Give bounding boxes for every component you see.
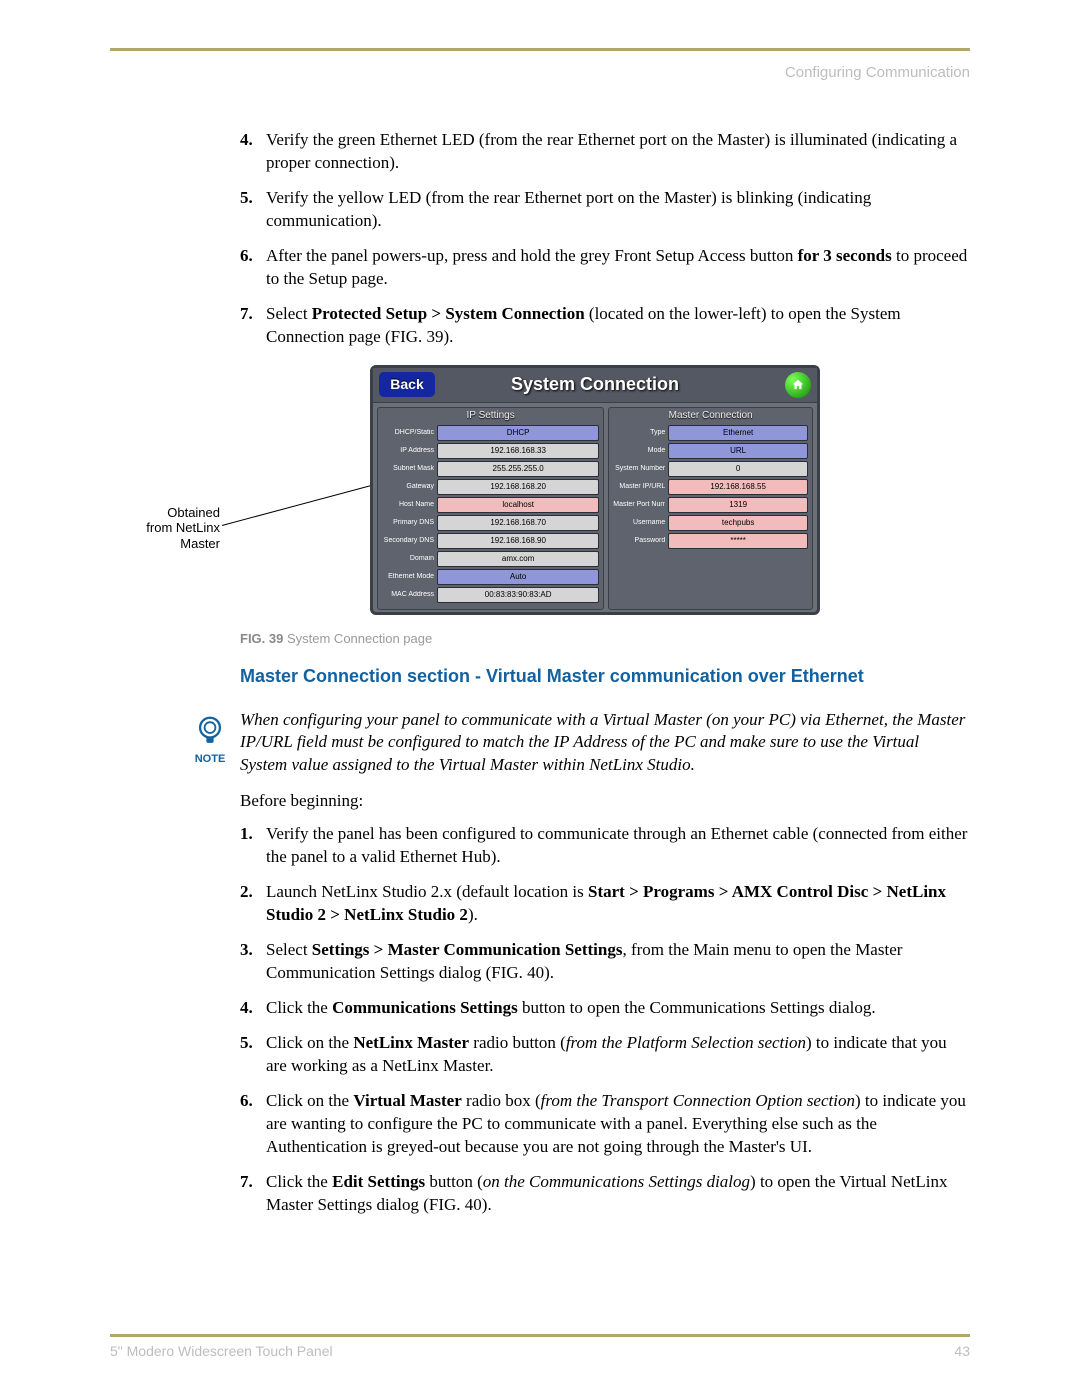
- field-value[interactable]: 192.168.168.90: [437, 533, 599, 549]
- field-label: DHCP/Static: [382, 429, 434, 436]
- field-label: Master IP/URL: [613, 483, 665, 490]
- panel-row: IP Address192.168.168.33: [378, 443, 603, 459]
- panel-row: Password*****: [609, 533, 812, 549]
- field-value[interactable]: 192.168.168.20: [437, 479, 599, 495]
- field-label: System Number: [613, 465, 665, 472]
- field-label: MAC Address: [382, 591, 434, 598]
- field-label: Mode: [613, 447, 665, 454]
- field-label: IP Address: [382, 447, 434, 454]
- ip-settings-column: IP Settings DHCP/StaticDHCPIP Address192…: [377, 407, 604, 610]
- panel-title: System Connection: [511, 374, 679, 395]
- section-title: Master Connection section - Virtual Mast…: [240, 666, 970, 687]
- panel-row: Secondary DNS192.168.168.90: [378, 533, 603, 549]
- ordered-list-1: 4.Verify the green Ethernet LED (from th…: [240, 129, 970, 349]
- panel-row: Primary DNS192.168.168.70: [378, 515, 603, 531]
- panel-row: System Number0: [609, 461, 812, 477]
- field-label: Ethernet Mode: [382, 573, 434, 580]
- field-label: Master Port Number: [613, 501, 665, 508]
- note-block: NOTE When configuring your panel to comm…: [180, 709, 970, 778]
- footer-product: 5" Modero Widescreen Touch Panel: [110, 1343, 333, 1359]
- note-text: When configuring your panel to communica…: [240, 709, 970, 778]
- header-section: Configuring Communication: [110, 64, 970, 81]
- field-value[interactable]: amx.com: [437, 551, 599, 567]
- field-label: Type: [613, 429, 665, 436]
- back-button[interactable]: Back: [379, 372, 435, 397]
- field-label: Secondary DNS: [382, 537, 434, 544]
- list-item: 4.Verify the green Ethernet LED (from th…: [240, 129, 970, 175]
- field-value[interactable]: 1319: [668, 497, 808, 513]
- field-label: Subnet Mask: [382, 465, 434, 472]
- list-item: 2.Launch NetLinx Studio 2.x (default loc…: [240, 881, 970, 927]
- ordered-list-2: 1.Verify the panel has been configured t…: [240, 823, 970, 1216]
- field-value[interactable]: 00:83:83:90:83:AD: [437, 587, 599, 603]
- panel-row: Host Namelocalhost: [378, 497, 603, 513]
- field-label: Gateway: [382, 483, 434, 490]
- panel-row: MAC Address00:83:83:90:83:AD: [378, 587, 603, 603]
- field-value[interactable]: techpubs: [668, 515, 808, 531]
- field-value[interactable]: *****: [668, 533, 808, 549]
- list-item: 3.Select Settings > Master Communication…: [240, 939, 970, 985]
- before-beginning: Before beginning:: [240, 791, 970, 811]
- field-label: Username: [613, 519, 665, 526]
- field-value[interactable]: 0: [668, 461, 808, 477]
- field-value[interactable]: Auto: [437, 569, 599, 585]
- panel-row: Domainamx.com: [378, 551, 603, 567]
- figure-caption: FIG. 39 System Connection page: [240, 631, 970, 646]
- field-value[interactable]: 255.255.255.0: [437, 461, 599, 477]
- master-connection-column: Master Connection TypeEthernetModeURLSys…: [608, 407, 813, 610]
- field-value[interactable]: 192.168.168.70: [437, 515, 599, 531]
- field-label: Host Name: [382, 501, 434, 508]
- home-icon[interactable]: [785, 372, 811, 398]
- field-label: Password: [613, 537, 665, 544]
- list-item: 6.After the panel powers-up, press and h…: [240, 245, 970, 291]
- list-item: 7.Select Protected Setup > System Connec…: [240, 303, 970, 349]
- field-value[interactable]: 192.168.168.33: [437, 443, 599, 459]
- panel-row: Master IP/URL192.168.168.55: [609, 479, 812, 495]
- list-item: 4.Click the Communications Settings butt…: [240, 997, 970, 1020]
- list-item: 1.Verify the panel has been configured t…: [240, 823, 970, 869]
- panel-row: DHCP/StaticDHCP: [378, 425, 603, 441]
- figure-39: Obtained from NetLinx Master Back System…: [240, 365, 970, 625]
- field-label: Primary DNS: [382, 519, 434, 526]
- system-connection-panel: Back System Connection IP Settings DHCP/…: [370, 365, 820, 615]
- callout-label: Obtained from NetLinx Master: [140, 505, 220, 552]
- field-value[interactable]: DHCP: [437, 425, 599, 441]
- list-item: 7.Click the Edit Settings button (on the…: [240, 1171, 970, 1217]
- callout-line-1: [222, 484, 372, 525]
- master-connection-heading: Master Connection: [609, 410, 812, 421]
- panel-row: ModeURL: [609, 443, 812, 459]
- field-value[interactable]: Ethernet: [668, 425, 808, 441]
- panel-row: Master Port Number1319: [609, 497, 812, 513]
- panel-row: Gateway192.168.168.20: [378, 479, 603, 495]
- lightbulb-icon: [194, 715, 226, 751]
- panel-row: TypeEthernet: [609, 425, 812, 441]
- field-value[interactable]: localhost: [437, 497, 599, 513]
- list-item: 6.Click on the Virtual Master radio box …: [240, 1090, 970, 1159]
- panel-row: Ethernet ModeAuto: [378, 569, 603, 585]
- field-label: Domain: [382, 555, 434, 562]
- note-label: NOTE: [180, 753, 240, 765]
- list-item: 5.Click on the NetLinx Master radio butt…: [240, 1032, 970, 1078]
- footer-page-number: 43: [954, 1343, 970, 1359]
- list-item: 5.Verify the yellow LED (from the rear E…: [240, 187, 970, 233]
- field-value[interactable]: URL: [668, 443, 808, 459]
- ip-settings-heading: IP Settings: [378, 410, 603, 421]
- field-value[interactable]: 192.168.168.55: [668, 479, 808, 495]
- panel-row: Subnet Mask255.255.255.0: [378, 461, 603, 477]
- panel-row: Usernametechpubs: [609, 515, 812, 531]
